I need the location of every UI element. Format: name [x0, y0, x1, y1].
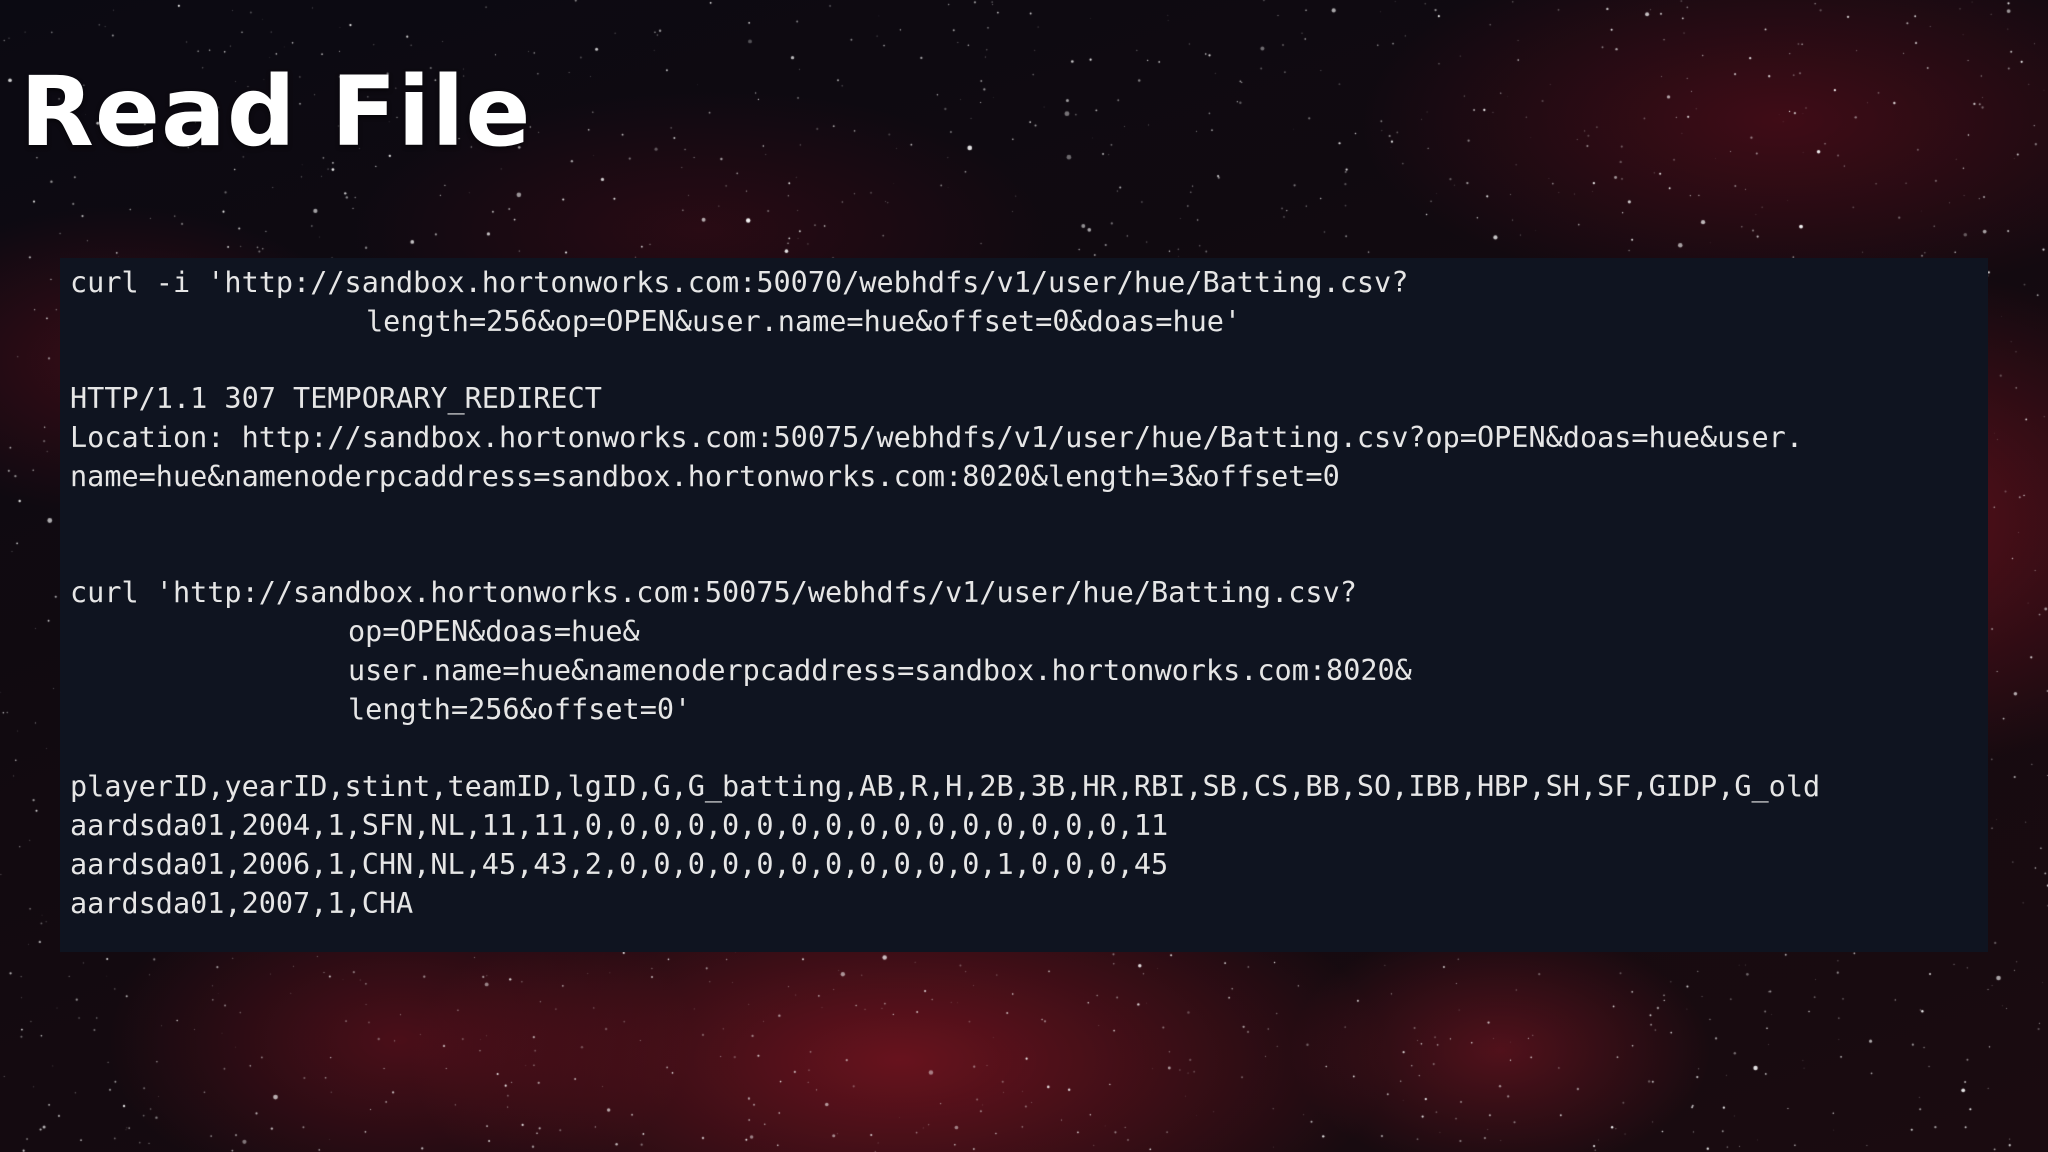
- curl-request-2-line-1: curl 'http://sandbox.hortonworks.com:500…: [70, 576, 1357, 610]
- csv-data-row: aardsda01,2007,1,CHA: [70, 886, 414, 920]
- csv-header-row: playerID,yearID,stint,teamID,lgID,G,G_ba…: [70, 770, 1821, 804]
- csv-data-row: aardsda01,2006,1,CHN,NL,45,43,2,0,0,0,0,…: [70, 847, 1169, 881]
- slide-title: Read File: [20, 56, 532, 168]
- curl-request-1-line-1: curl -i 'http://sandbox.hortonworks.com:…: [70, 266, 1409, 299]
- http-status-line: HTTP/1.1 307 TEMPORARY_REDIRECT: [70, 382, 602, 416]
- code-block: curl -i 'http://sandbox.hortonworks.com:…: [60, 258, 1988, 952]
- curl-request-2-line-4: length=256&offset=0': [348, 692, 692, 726]
- csv-data-row: aardsda01,2004,1,SFN,NL,11,11,0,0,0,0,0,…: [70, 809, 1169, 843]
- curl-request-2-line-3: user.name=hue&namenoderpcaddress=sandbox…: [348, 653, 1412, 687]
- location-header-line-1: Location: http://sandbox.hortonworks.com…: [70, 421, 1804, 455]
- curl-request-1-line-2: length=256&op=OPEN&user.name=hue&offset=…: [366, 304, 1242, 338]
- curl-request-2-line-2: op=OPEN&doas=hue&: [348, 615, 640, 649]
- location-header-line-2: name=hue&namenoderpcaddress=sandbox.hort…: [70, 459, 1340, 493]
